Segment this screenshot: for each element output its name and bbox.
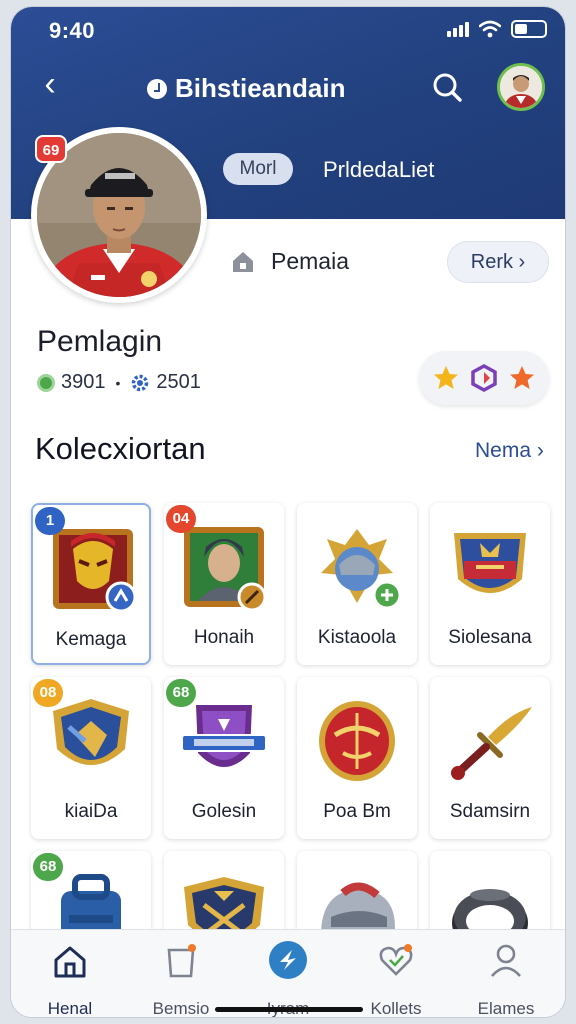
mode-pill[interactable]: Morl xyxy=(223,153,293,185)
card-badge: 1 xyxy=(35,507,65,535)
card-badge: 08 xyxy=(33,679,63,707)
compass-icon xyxy=(269,941,307,979)
back-button[interactable]: ‹ xyxy=(33,67,67,103)
app-screen: 9:40 ‹ Bihstieandain Morl PrldedaLiet 69… xyxy=(10,6,566,1018)
shield-red-icon xyxy=(319,701,395,781)
nav-item-kollets[interactable]: Kollets xyxy=(341,940,451,1017)
collection-card[interactable]: 08 kiaiDa xyxy=(31,677,151,839)
card-label: Honaih xyxy=(193,627,255,648)
page-title: Bihstieandain xyxy=(147,73,345,104)
collection-card[interactable]: 1 Kemaga xyxy=(31,503,151,665)
tab-leaderboard[interactable]: PrldedaLiet xyxy=(323,157,434,183)
shield-purple-icon xyxy=(181,705,267,767)
card-label: Siolesana xyxy=(448,627,532,648)
card-badge: 68 xyxy=(166,679,196,707)
stats-separator: • xyxy=(115,374,121,391)
status-time: 9:40 xyxy=(49,18,96,43)
star-orange-icon xyxy=(510,366,534,389)
shield-blue-icon xyxy=(53,699,129,765)
card-label: Golesin xyxy=(191,801,257,822)
card-badge: 04 xyxy=(166,505,196,533)
nav-item-iyram[interactable]: Iyram xyxy=(233,940,343,1017)
page-title-text: Bihstieandain xyxy=(175,73,346,103)
rank-button[interactable]: Rerk › xyxy=(447,241,549,283)
collection-card[interactable]: 04 Honaih xyxy=(164,503,284,665)
home-icon xyxy=(54,946,86,978)
dagger-icon xyxy=(451,707,532,780)
collection-card[interactable]: Sdamsirn xyxy=(430,677,550,839)
hexagon-badge-icon xyxy=(471,364,497,392)
collection-card[interactable]: Kistaoola xyxy=(297,503,417,665)
house-icon xyxy=(233,252,253,272)
wifi-icon xyxy=(479,20,501,38)
gear-count: 2501 xyxy=(156,371,201,393)
card-label: Kistaoola xyxy=(317,627,397,648)
verified-icon xyxy=(147,78,167,99)
bottom-nav: Henal BemsioIyramKollets Elames xyxy=(11,929,565,1018)
warrior-icon xyxy=(184,527,267,612)
mask-icon xyxy=(53,529,137,613)
card-label: Poa Bm xyxy=(323,801,391,822)
nav-label: Elames xyxy=(477,999,535,1018)
card-label: Kemaga xyxy=(55,629,127,650)
player-name: Pemlagin xyxy=(37,325,163,358)
coin-count: 3901 xyxy=(61,371,106,393)
card-label: Sdamsirn xyxy=(449,801,531,822)
signal-icon xyxy=(447,21,469,37)
collection-card[interactable]: Poa Bm xyxy=(297,677,417,839)
battery-icon xyxy=(511,20,547,38)
player-stats: 3901 • 2501 xyxy=(37,371,201,394)
crest-icon xyxy=(454,533,526,593)
profile-icon xyxy=(491,944,521,977)
status-icons xyxy=(447,20,547,38)
card-badge: 68 xyxy=(33,853,63,881)
avatar-level-badge: 69 xyxy=(35,135,67,163)
coin-icon xyxy=(37,373,55,392)
collection-title: Kolecxiortan xyxy=(35,431,206,466)
home-indicator xyxy=(215,1007,363,1012)
role-row: Pemaia xyxy=(229,247,349,275)
collection-card[interactable]: Siolesana xyxy=(430,503,550,665)
gear-icon xyxy=(132,374,149,391)
nav-item-bemsio[interactable]: Bemsio xyxy=(126,940,236,1017)
helmet-icon xyxy=(321,529,402,610)
achievements-pill[interactable] xyxy=(419,351,549,405)
search-icon[interactable] xyxy=(429,69,467,107)
role-label: Pemaia xyxy=(271,247,349,274)
status-bar: 9:40 xyxy=(11,7,565,51)
nav-item-henal[interactable]: Henal xyxy=(15,940,125,1018)
heart-icon xyxy=(379,944,413,976)
star-gold-icon xyxy=(434,366,458,389)
nav-label: Henal xyxy=(47,999,93,1018)
nav-item-elames[interactable]: Elames xyxy=(451,940,561,1018)
see-all-link[interactable]: Nema › xyxy=(475,439,544,463)
bag-icon xyxy=(167,944,196,978)
top-nav: ‹ Bihstieandain xyxy=(11,61,565,115)
collection-card[interactable]: 68 Golesin xyxy=(164,677,284,839)
card-label: kiaiDa xyxy=(64,801,118,822)
user-avatar[interactable] xyxy=(497,63,545,111)
